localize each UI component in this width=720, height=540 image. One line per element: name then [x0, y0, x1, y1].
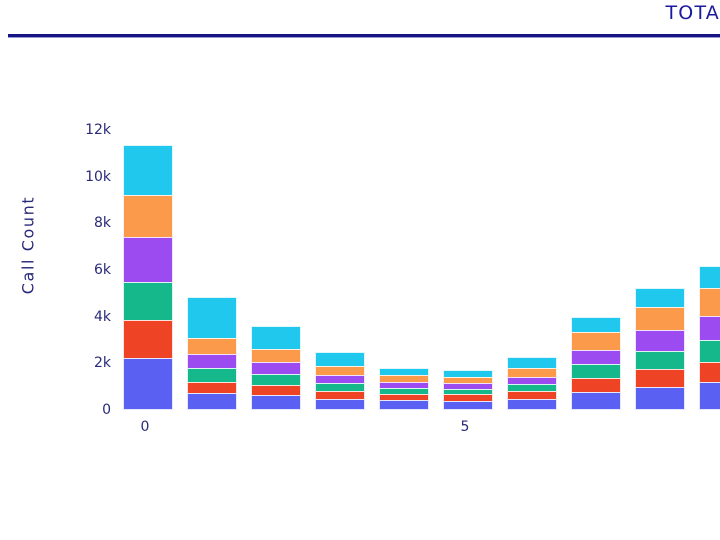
header-divider	[8, 34, 720, 38]
bar-segment[interactable]	[507, 398, 557, 410]
y-axis-tick: 0	[102, 402, 111, 418]
bar-segment[interactable]	[699, 339, 720, 363]
bar-segment[interactable]	[187, 393, 237, 410]
bar-segment[interactable]	[635, 288, 685, 309]
bar-segment[interactable]	[123, 320, 173, 359]
bar-segment[interactable]	[571, 349, 621, 366]
bar-segment[interactable]	[635, 350, 685, 371]
bar-segment[interactable]	[571, 331, 621, 351]
bar-segment[interactable]	[123, 282, 173, 322]
bar-column[interactable]	[571, 317, 621, 410]
y-axis-title: Call Count	[18, 195, 38, 295]
bar-segment[interactable]	[635, 386, 685, 410]
bar-segment[interactable]	[571, 364, 621, 380]
page-header: TOTA	[0, 0, 720, 40]
bar-column[interactable]	[251, 325, 301, 410]
bar-column[interactable]	[123, 145, 173, 410]
bar-segment[interactable]	[187, 353, 237, 369]
bar-segment[interactable]	[187, 296, 237, 339]
bar-column[interactable]	[443, 370, 493, 410]
bar-segment[interactable]	[251, 395, 301, 410]
bar-segment[interactable]	[571, 378, 621, 393]
bar-segment[interactable]	[187, 367, 237, 383]
bar-segment[interactable]	[635, 369, 685, 388]
y-axis-tick: 6k	[93, 262, 111, 278]
x-axis-tick: 5	[460, 419, 470, 435]
bar-segment[interactable]	[251, 325, 301, 351]
bar-segment[interactable]	[187, 337, 237, 355]
bar-segment[interactable]	[379, 400, 429, 410]
y-axis-tick: 4k	[93, 308, 111, 325]
y-axis-tick: 2k	[93, 355, 111, 372]
bar-segment[interactable]	[315, 352, 365, 368]
bar-segment[interactable]	[123, 194, 173, 239]
bar-segment[interactable]	[571, 317, 621, 333]
bar-column[interactable]	[315, 352, 365, 410]
bar-segment[interactable]	[315, 398, 365, 410]
bar-column[interactable]	[379, 368, 429, 410]
bar-column[interactable]	[507, 356, 557, 410]
y-axis-tick: 8k	[93, 215, 111, 232]
bar-segment[interactable]	[123, 237, 173, 284]
plot-area: 0 2k 4k 6k 8k 10k 12k 0 5	[85, 122, 720, 435]
page-title: TOTA	[665, 2, 720, 24]
bar-column[interactable]	[187, 296, 237, 410]
x-axis-tick: 0	[140, 419, 150, 435]
bar-segment[interactable]	[699, 361, 720, 384]
bar-segment[interactable]	[635, 307, 685, 332]
bar-segment[interactable]	[699, 265, 720, 289]
bar-segment[interactable]	[123, 145, 173, 196]
y-axis-tick: 10k	[85, 168, 111, 185]
bar-segment[interactable]	[635, 330, 685, 352]
bar-segment[interactable]	[123, 357, 173, 410]
bar-segment[interactable]	[571, 391, 621, 410]
bar-segment[interactable]	[699, 315, 720, 341]
y-axis-tick: 12k	[85, 122, 111, 138]
bar-segment[interactable]	[699, 287, 720, 317]
bar-column[interactable]	[699, 265, 720, 410]
bar-segment[interactable]	[699, 382, 720, 410]
stacked-bar-chart: Call Count 0 2k 4k 6k 8k 10k 12k 0 5	[0, 40, 720, 540]
bar-segment[interactable]	[443, 400, 493, 410]
bar-segment[interactable]	[251, 349, 301, 364]
bar-column[interactable]	[635, 288, 685, 410]
